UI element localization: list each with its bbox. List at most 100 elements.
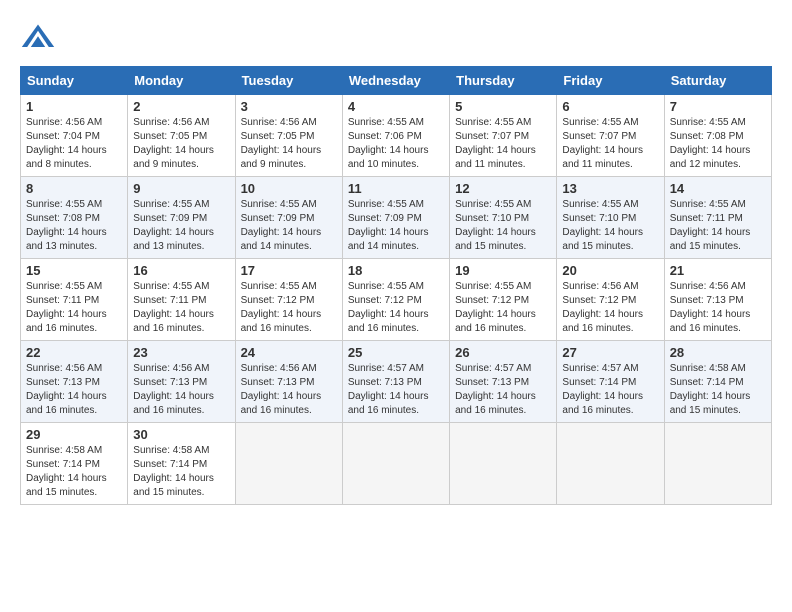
calendar-day-cell	[342, 423, 449, 505]
calendar-day-cell: 15 Sunrise: 4:55 AMSunset: 7:11 PMDayligh…	[21, 259, 128, 341]
day-info: Sunrise: 4:55 AMSunset: 7:12 PMDaylight:…	[348, 280, 444, 336]
day-number: 2	[133, 99, 229, 114]
calendar-day-cell: 5 Sunrise: 4:55 AMSunset: 7:07 PMDaylight…	[450, 95, 557, 177]
calendar-day-cell: 14 Sunrise: 4:55 AMSunset: 7:11 PMDayligh…	[664, 177, 771, 259]
day-info: Sunrise: 4:56 AMSunset: 7:13 PMDaylight:…	[26, 362, 122, 418]
day-number: 10	[241, 181, 337, 196]
day-info: Sunrise: 4:55 AMSunset: 7:09 PMDaylight:…	[241, 198, 337, 254]
calendar-week-row: 22 Sunrise: 4:56 AMSunset: 7:13 PMDayligh…	[21, 341, 772, 423]
day-info: Sunrise: 4:55 AMSunset: 7:09 PMDaylight:…	[133, 198, 229, 254]
day-number: 1	[26, 99, 122, 114]
day-info: Sunrise: 4:55 AMSunset: 7:09 PMDaylight:…	[348, 198, 444, 254]
calendar-day-cell: 26 Sunrise: 4:57 AMSunset: 7:13 PMDayligh…	[450, 341, 557, 423]
day-info: Sunrise: 4:57 AMSunset: 7:13 PMDaylight:…	[348, 362, 444, 418]
calendar-day-cell: 30Sunrise: 4:58 AMSunset: 7:14 PMDayligh…	[128, 423, 235, 505]
calendar-day-cell: 6 Sunrise: 4:55 AMSunset: 7:07 PMDaylight…	[557, 95, 664, 177]
calendar-table: SundayMondayTuesdayWednesdayThursdayFrid…	[20, 66, 772, 505]
calendar-day-cell: 11 Sunrise: 4:55 AMSunset: 7:09 PMDayligh…	[342, 177, 449, 259]
day-info: Sunrise: 4:58 AMSunset: 7:14 PMDaylight:…	[26, 444, 122, 500]
calendar-day-cell: 21 Sunrise: 4:56 AMSunset: 7:13 PMDayligh…	[664, 259, 771, 341]
day-info: Sunrise: 4:55 AMSunset: 7:11 PMDaylight:…	[26, 280, 122, 336]
day-number: 8	[26, 181, 122, 196]
column-header-wednesday: Wednesday	[342, 67, 449, 95]
day-number: 25	[348, 345, 444, 360]
calendar-day-cell: 8 Sunrise: 4:55 AMSunset: 7:08 PMDaylight…	[21, 177, 128, 259]
calendar-day-cell: 28Sunrise: 4:58 AMSunset: 7:14 PMDayligh…	[664, 341, 771, 423]
day-number: 14	[670, 181, 766, 196]
calendar-week-row: 8 Sunrise: 4:55 AMSunset: 7:08 PMDaylight…	[21, 177, 772, 259]
day-info: Sunrise: 4:55 AMSunset: 7:07 PMDaylight:…	[562, 116, 658, 172]
logo	[20, 20, 60, 56]
calendar-day-cell: 1 Sunrise: 4:56 AMSunset: 7:04 PMDaylight…	[21, 95, 128, 177]
day-info: Sunrise: 4:56 AMSunset: 7:05 PMDaylight:…	[133, 116, 229, 172]
day-number: 6	[562, 99, 658, 114]
day-info: Sunrise: 4:57 AMSunset: 7:14 PMDaylight:…	[562, 362, 658, 418]
calendar-week-row: 29 Sunrise: 4:58 AMSunset: 7:14 PMDayligh…	[21, 423, 772, 505]
day-number: 21	[670, 263, 766, 278]
day-number: 18	[348, 263, 444, 278]
column-header-tuesday: Tuesday	[235, 67, 342, 95]
calendar-day-cell	[235, 423, 342, 505]
calendar-day-cell: 17 Sunrise: 4:55 AMSunset: 7:12 PMDayligh…	[235, 259, 342, 341]
day-number: 29	[26, 427, 122, 442]
day-info: Sunrise: 4:56 AMSunset: 7:13 PMDaylight:…	[133, 362, 229, 418]
calendar-day-cell: 27 Sunrise: 4:57 AMSunset: 7:14 PMDayligh…	[557, 341, 664, 423]
column-header-sunday: Sunday	[21, 67, 128, 95]
calendar-day-cell: 3Sunrise: 4:56 AMSunset: 7:05 PMDaylight…	[235, 95, 342, 177]
day-info: Sunrise: 4:55 AMSunset: 7:10 PMDaylight:…	[455, 198, 551, 254]
column-header-saturday: Saturday	[664, 67, 771, 95]
day-info: Sunrise: 4:55 AMSunset: 7:08 PMDaylight:…	[670, 116, 766, 172]
day-info: Sunrise: 4:55 AMSunset: 7:07 PMDaylight:…	[455, 116, 551, 172]
day-number: 17	[241, 263, 337, 278]
day-number: 22	[26, 345, 122, 360]
day-number: 12	[455, 181, 551, 196]
calendar-day-cell: 24 Sunrise: 4:56 AMSunset: 7:13 PMDayligh…	[235, 341, 342, 423]
calendar-day-cell: 2 Sunrise: 4:56 AMSunset: 7:05 PMDaylight…	[128, 95, 235, 177]
calendar-week-row: 15 Sunrise: 4:55 AMSunset: 7:11 PMDayligh…	[21, 259, 772, 341]
calendar-day-cell: 9 Sunrise: 4:55 AMSunset: 7:09 PMDaylight…	[128, 177, 235, 259]
day-info: Sunrise: 4:56 AMSunset: 7:05 PMDaylight:…	[241, 116, 337, 172]
calendar-day-cell: 23Sunrise: 4:56 AMSunset: 7:13 PMDayligh…	[128, 341, 235, 423]
day-info: Sunrise: 4:55 AMSunset: 7:08 PMDaylight:…	[26, 198, 122, 254]
page-header	[20, 20, 772, 56]
day-info: Sunrise: 4:57 AMSunset: 7:13 PMDaylight:…	[455, 362, 551, 418]
day-info: Sunrise: 4:55 AMSunset: 7:11 PMDaylight:…	[670, 198, 766, 254]
calendar-day-cell	[664, 423, 771, 505]
day-number: 24	[241, 345, 337, 360]
calendar-day-cell: 22 Sunrise: 4:56 AMSunset: 7:13 PMDayligh…	[21, 341, 128, 423]
calendar-day-cell: 29 Sunrise: 4:58 AMSunset: 7:14 PMDayligh…	[21, 423, 128, 505]
day-info: Sunrise: 4:55 AMSunset: 7:11 PMDaylight:…	[133, 280, 229, 336]
column-header-thursday: Thursday	[450, 67, 557, 95]
calendar-day-cell: 10 Sunrise: 4:55 AMSunset: 7:09 PMDayligh…	[235, 177, 342, 259]
day-info: Sunrise: 4:55 AMSunset: 7:12 PMDaylight:…	[241, 280, 337, 336]
calendar-day-cell: 13Sunrise: 4:55 AMSunset: 7:10 PMDayligh…	[557, 177, 664, 259]
day-info: Sunrise: 4:58 AMSunset: 7:14 PMDaylight:…	[670, 362, 766, 418]
day-number: 15	[26, 263, 122, 278]
day-number: 9	[133, 181, 229, 196]
day-number: 27	[562, 345, 658, 360]
day-info: Sunrise: 4:56 AMSunset: 7:13 PMDaylight:…	[241, 362, 337, 418]
day-info: Sunrise: 4:55 AMSunset: 7:06 PMDaylight:…	[348, 116, 444, 172]
calendar-day-cell: 19 Sunrise: 4:55 AMSunset: 7:12 PMDayligh…	[450, 259, 557, 341]
column-header-friday: Friday	[557, 67, 664, 95]
day-number: 7	[670, 99, 766, 114]
day-info: Sunrise: 4:55 AMSunset: 7:12 PMDaylight:…	[455, 280, 551, 336]
day-number: 26	[455, 345, 551, 360]
calendar-day-cell: 12 Sunrise: 4:55 AMSunset: 7:10 PMDayligh…	[450, 177, 557, 259]
day-info: Sunrise: 4:56 AMSunset: 7:13 PMDaylight:…	[670, 280, 766, 336]
day-number: 5	[455, 99, 551, 114]
calendar-day-cell	[557, 423, 664, 505]
logo-icon	[20, 20, 56, 56]
day-number: 19	[455, 263, 551, 278]
calendar-day-cell	[450, 423, 557, 505]
calendar-day-cell: 20 Sunrise: 4:56 AMSunset: 7:12 PMDayligh…	[557, 259, 664, 341]
day-info: Sunrise: 4:58 AMSunset: 7:14 PMDaylight:…	[133, 444, 229, 500]
day-number: 20	[562, 263, 658, 278]
calendar-day-cell: 18 Sunrise: 4:55 AMSunset: 7:12 PMDayligh…	[342, 259, 449, 341]
calendar-day-cell: 4Sunrise: 4:55 AMSunset: 7:06 PMDaylight…	[342, 95, 449, 177]
day-number: 11	[348, 181, 444, 196]
column-header-monday: Monday	[128, 67, 235, 95]
day-info: Sunrise: 4:56 AMSunset: 7:04 PMDaylight:…	[26, 116, 122, 172]
calendar-week-row: 1 Sunrise: 4:56 AMSunset: 7:04 PMDaylight…	[21, 95, 772, 177]
day-info: Sunrise: 4:56 AMSunset: 7:12 PMDaylight:…	[562, 280, 658, 336]
